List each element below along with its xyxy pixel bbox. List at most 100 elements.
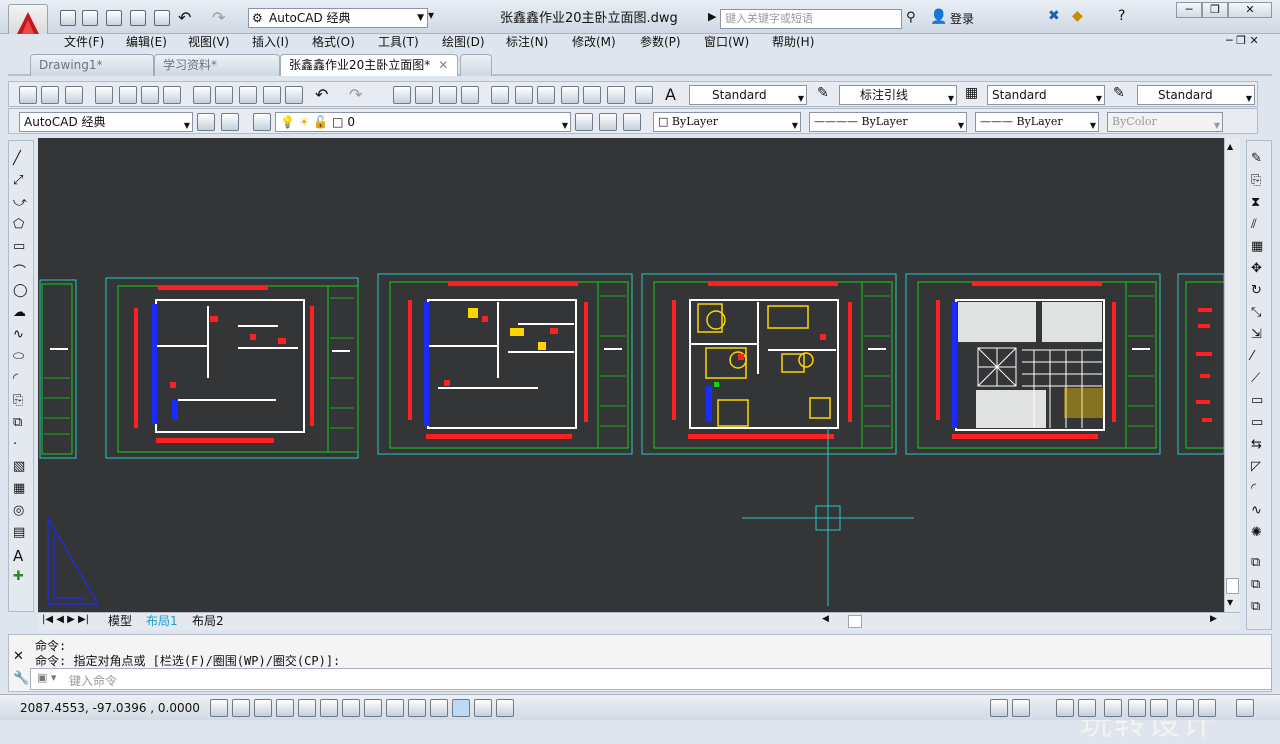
gradient-icon[interactable]: ▦ bbox=[13, 481, 29, 497]
design-center-icon[interactable] bbox=[515, 86, 533, 104]
annotation-scale-icon[interactable] bbox=[1056, 699, 1074, 717]
extend-icon[interactable]: ⟋ bbox=[1251, 371, 1267, 387]
selection-cycling-icon[interactable] bbox=[496, 699, 514, 717]
dynamic-input-icon[interactable] bbox=[408, 699, 426, 717]
hatch-icon[interactable]: ▧ bbox=[13, 459, 29, 475]
chamfer-icon[interactable]: ◸ bbox=[1251, 459, 1267, 475]
copy-icon[interactable] bbox=[215, 86, 233, 104]
customize-arrow-icon[interactable]: ▾ bbox=[428, 8, 434, 22]
menu-modify[interactable]: 修改(M) bbox=[572, 34, 616, 50]
draworder-icon[interactable]: ⧉ bbox=[1251, 555, 1267, 571]
save-as-icon[interactable] bbox=[130, 10, 146, 26]
lightbulb-status-icon[interactable] bbox=[1198, 699, 1216, 717]
explode-icon[interactable]: ✺ bbox=[1251, 525, 1267, 541]
mirror-icon[interactable]: ⧗ bbox=[1251, 195, 1267, 211]
dynamic-ucs-icon[interactable] bbox=[386, 699, 404, 717]
lineweight-toggle-icon[interactable] bbox=[430, 699, 448, 717]
publish-icon[interactable] bbox=[141, 86, 159, 104]
exchange-icon[interactable]: ✖ bbox=[1048, 8, 1060, 24]
point-icon[interactable]: · bbox=[13, 437, 29, 453]
doc-minimize-button[interactable]: ─ ❐ ✕ bbox=[1226, 34, 1259, 47]
new-icon[interactable] bbox=[19, 86, 37, 104]
transparency-icon[interactable] bbox=[452, 699, 470, 717]
scroll-thumb[interactable] bbox=[1226, 578, 1239, 594]
annotation-visibility-icon[interactable] bbox=[1078, 699, 1096, 717]
paste-icon[interactable] bbox=[239, 86, 257, 104]
menu-help[interactable]: 帮助(H) bbox=[772, 34, 814, 50]
customize-wrench-icon[interactable]: 🔧 bbox=[13, 671, 29, 686]
stretch-icon[interactable]: ⇲ bbox=[1251, 327, 1267, 343]
tab-model[interactable]: 模型 bbox=[108, 614, 132, 629]
save-icon[interactable] bbox=[65, 86, 83, 104]
vertical-scrollbar[interactable]: ▲ ▼ bbox=[1224, 138, 1240, 612]
binoculars-icon[interactable]: ⚲ bbox=[906, 10, 916, 25]
close-tab-icon[interactable]: ✕ bbox=[438, 58, 448, 72]
menu-parametric[interactable]: 参数(P) bbox=[640, 34, 681, 50]
cut-icon[interactable] bbox=[193, 86, 211, 104]
hscroll-thumb[interactable] bbox=[848, 615, 862, 628]
match-properties-icon[interactable] bbox=[263, 86, 281, 104]
menu-insert[interactable]: 插入(I) bbox=[252, 34, 289, 50]
open-icon[interactable] bbox=[41, 86, 59, 104]
lineweight-combo[interactable]: ——— ByLayer ▼ bbox=[975, 112, 1099, 132]
workspace-select[interactable]: ⚙ AutoCAD 经典 ▼ bbox=[248, 8, 428, 28]
offset-icon[interactable]: ⫽ bbox=[1251, 217, 1267, 233]
zoom-window-icon[interactable] bbox=[439, 86, 457, 104]
table-style-combo[interactable]: Standard ▼ bbox=[987, 85, 1105, 105]
menu-dimension[interactable]: 标注(N) bbox=[506, 34, 548, 50]
erase-icon[interactable]: ✎ bbox=[1251, 151, 1267, 167]
move-icon[interactable]: ✥ bbox=[1251, 261, 1267, 277]
hardware-acceleration-icon[interactable] bbox=[1150, 699, 1168, 717]
workspace-switch-icon[interactable] bbox=[1104, 699, 1122, 717]
new-tab-button[interactable] bbox=[460, 54, 492, 76]
trim-icon[interactable]: ⁄ bbox=[1251, 349, 1267, 365]
tab-active-drawing[interactable]: 张鑫鑫作业20主卧立面图* ✕ bbox=[280, 54, 458, 76]
polyline-icon[interactable]: ⤻ bbox=[13, 195, 29, 211]
layout-nav-arrows[interactable]: |◀ ◀ ▶ ▶| bbox=[42, 614, 89, 625]
circle-icon[interactable]: ◯ bbox=[13, 283, 29, 299]
layer-properties-icon[interactable] bbox=[253, 113, 271, 131]
tab-layout2[interactable]: 布局2 bbox=[192, 614, 224, 629]
undo-icon[interactable]: ↶ bbox=[315, 85, 328, 104]
quick-view-layouts-icon[interactable] bbox=[1012, 699, 1030, 717]
3dprint-icon[interactable] bbox=[163, 86, 181, 104]
insert-block-icon[interactable]: ⎘ bbox=[13, 393, 29, 409]
construction-line-icon[interactable]: ⤢ bbox=[13, 173, 29, 189]
rotate-icon[interactable]: ↻ bbox=[1251, 283, 1267, 299]
blend-curves-icon[interactable]: ∿ bbox=[1251, 503, 1267, 519]
properties-icon[interactable] bbox=[491, 86, 509, 104]
add-selected-icon[interactable]: ✚ bbox=[13, 569, 29, 585]
scroll-up-icon[interactable]: ▲ bbox=[1227, 142, 1233, 151]
isolate-objects-icon[interactable] bbox=[1176, 699, 1194, 717]
command-input-bar[interactable]: ▣ ▾ 键入命令 bbox=[30, 668, 1272, 690]
zoom-previous-icon[interactable] bbox=[461, 86, 479, 104]
infer-constraints-icon[interactable] bbox=[210, 699, 228, 717]
linetype-combo[interactable]: ———— ByLayer ▼ bbox=[809, 112, 967, 132]
open-file-icon[interactable] bbox=[82, 10, 98, 26]
save-icon[interactable] bbox=[106, 10, 122, 26]
model-space-icon[interactable] bbox=[990, 699, 1008, 717]
region-icon[interactable]: ◎ bbox=[13, 503, 29, 519]
color-combo[interactable]: □ ByLayer ▼ bbox=[653, 112, 801, 132]
restore-button[interactable]: ❐ bbox=[1202, 2, 1228, 18]
make-current-icon[interactable] bbox=[575, 113, 593, 131]
make-block-icon[interactable]: ⧉ bbox=[13, 415, 29, 431]
redo-icon[interactable]: ↷ bbox=[349, 85, 362, 104]
layer-combo[interactable]: 💡 ☀ 🔓 □ 0 ▼ bbox=[275, 112, 571, 132]
menu-draw[interactable]: 绘图(D) bbox=[442, 34, 485, 50]
break-at-point-icon[interactable]: ▭ bbox=[1251, 393, 1267, 409]
rectangle-icon[interactable]: ▭ bbox=[13, 239, 29, 255]
redo-icon[interactable]: ↷ bbox=[212, 8, 225, 27]
clean-screen-icon[interactable] bbox=[221, 113, 239, 131]
hscroll-right-icon[interactable]: ▶ bbox=[1210, 614, 1217, 624]
search-expand-icon[interactable]: ▶ bbox=[708, 10, 716, 23]
hscroll-left-icon[interactable]: ◀ bbox=[822, 614, 829, 624]
line-icon[interactable]: ╱ bbox=[13, 151, 29, 167]
ellipse-icon[interactable]: ⬭ bbox=[13, 349, 29, 365]
array-icon[interactable]: ▦ bbox=[1251, 239, 1267, 255]
bring-front-icon[interactable]: ⧉ bbox=[1251, 577, 1267, 593]
help-icon[interactable]: ? bbox=[1118, 8, 1125, 24]
mleader-style-combo[interactable]: 标注引线 ▼ bbox=[839, 85, 957, 105]
new-file-icon[interactable] bbox=[60, 10, 76, 26]
connect-icon[interactable]: ◆ bbox=[1072, 8, 1083, 24]
